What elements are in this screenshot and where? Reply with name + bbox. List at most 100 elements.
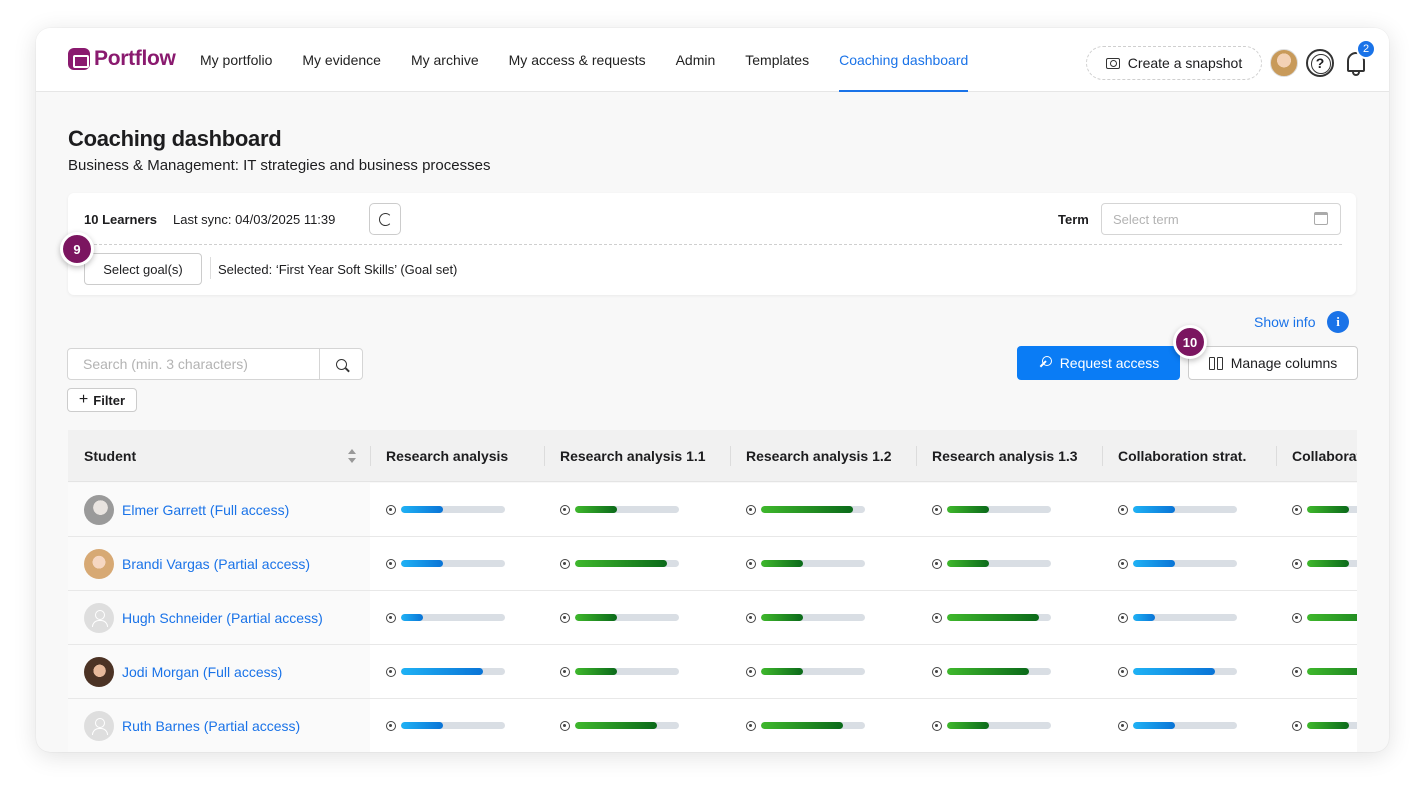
progress-bar: [401, 668, 505, 675]
student-link[interactable]: Ruth Barnes (Partial access): [122, 718, 300, 734]
progress-cell[interactable]: [916, 483, 1102, 536]
progress-cell[interactable]: [730, 699, 916, 752]
nav-item-templates[interactable]: Templates: [745, 28, 809, 92]
target-icon: [746, 612, 756, 623]
filter-label: Filter: [93, 392, 126, 408]
progress-cell[interactable]: [1102, 483, 1276, 536]
term-select[interactable]: [1101, 203, 1341, 235]
sort-icon[interactable]: [348, 449, 356, 463]
target-icon: [1292, 720, 1302, 731]
progress-bar: [1133, 722, 1237, 729]
progress-bar: [761, 668, 865, 675]
manage-columns-button[interactable]: Manage columns: [1188, 346, 1358, 380]
column-header-label: Research analysis: [386, 448, 509, 464]
info-icon[interactable]: i: [1327, 311, 1349, 333]
divider: [210, 257, 211, 279]
nav-item-my-archive[interactable]: My archive: [411, 28, 479, 92]
column-header[interactable]: Student: [68, 430, 370, 482]
progress-cell[interactable]: [370, 699, 544, 752]
progress-cell[interactable]: [730, 645, 916, 698]
target-icon: [746, 558, 756, 569]
sync-button[interactable]: [369, 203, 401, 235]
progress-cell[interactable]: [1102, 699, 1276, 752]
progress-cell[interactable]: [1276, 483, 1357, 536]
progress-cell[interactable]: [370, 537, 544, 590]
column-header[interactable]: Collaboration strat.: [1102, 430, 1276, 482]
progress-bar-fill: [947, 560, 989, 567]
progress-cell[interactable]: [544, 591, 730, 644]
progress-bar: [401, 506, 505, 513]
nav-item-coaching-dashboard[interactable]: Coaching dashboard: [839, 28, 969, 92]
filter-button[interactable]: + Filter: [67, 388, 137, 412]
progress-cell[interactable]: [1276, 537, 1357, 590]
target-icon: [932, 504, 942, 515]
calendar-icon[interactable]: [1314, 212, 1328, 225]
progress-bar: [761, 614, 865, 621]
progress-cell[interactable]: [544, 537, 730, 590]
nav-item-my-access-requests[interactable]: My access & requests: [509, 28, 646, 92]
column-header[interactable]: Research analysis 1.1: [544, 430, 730, 482]
progress-cell[interactable]: [916, 591, 1102, 644]
progress-cell[interactable]: [544, 483, 730, 536]
progress-cell[interactable]: [1102, 537, 1276, 590]
progress-cell[interactable]: [730, 591, 916, 644]
student-link[interactable]: Hugh Schneider (Partial access): [122, 610, 323, 626]
progress-cell[interactable]: [916, 537, 1102, 590]
progress-cell[interactable]: [370, 591, 544, 644]
progress-cell[interactable]: [1276, 591, 1357, 644]
column-header[interactable]: Research analysis 1.3: [916, 430, 1102, 482]
nav-item-admin[interactable]: Admin: [676, 28, 716, 92]
show-info-link[interactable]: Show info: [1254, 314, 1315, 330]
progress-bar-fill: [401, 722, 443, 729]
progress-bar: [761, 506, 865, 513]
progress-cell[interactable]: [916, 645, 1102, 698]
search-input[interactable]: [68, 349, 319, 379]
progress-cell[interactable]: [544, 645, 730, 698]
progress-bar: [1133, 668, 1237, 675]
progress-cell[interactable]: [1276, 645, 1357, 698]
search-button[interactable]: [319, 349, 362, 379]
table-header: Student Research analysis Research analysi…: [68, 430, 1357, 482]
plus-icon: +: [78, 391, 89, 408]
user-avatar[interactable]: [1270, 49, 1298, 77]
progress-bar-fill: [1133, 668, 1216, 675]
progress-cell[interactable]: [1102, 591, 1276, 644]
progress-bar-fill: [1307, 668, 1357, 675]
column-header[interactable]: Research analysis 1.2: [730, 430, 916, 482]
student-link[interactable]: Jodi Morgan (Full access): [122, 664, 282, 680]
progress-cell[interactable]: [370, 483, 544, 536]
nav-item-my-evidence[interactable]: My evidence: [302, 28, 381, 92]
target-icon: [932, 666, 942, 677]
help-icon[interactable]: ?: [1306, 49, 1334, 77]
request-access-button[interactable]: Request access: [1017, 346, 1180, 380]
progress-cell[interactable]: [370, 645, 544, 698]
progress-bar: [1307, 668, 1357, 675]
progress-bar: [1307, 614, 1357, 621]
selected-goal-text: Selected: ‘First Year Soft Skills’ (Goal…: [218, 262, 458, 277]
target-icon: [386, 504, 396, 515]
student-link[interactable]: Brandi Vargas (Partial access): [122, 556, 310, 572]
request-access-label: Request access: [1059, 355, 1160, 371]
portflow-logo[interactable]: Portflow: [68, 47, 176, 71]
column-header[interactable]: Collaboration strat. 1.1: [1276, 430, 1357, 482]
nav-item-my-portfolio[interactable]: My portfolio: [200, 28, 272, 92]
progress-cell[interactable]: [1102, 645, 1276, 698]
progress-cell[interactable]: [544, 699, 730, 752]
progress-cell[interactable]: [730, 483, 916, 536]
progress-bar-fill: [1307, 614, 1357, 621]
progress-cell[interactable]: [1276, 699, 1357, 752]
progress-cell[interactable]: [730, 537, 916, 590]
student-avatar: [84, 494, 114, 525]
column-header[interactable]: Research analysis: [370, 430, 544, 482]
column-header-label: Student: [84, 448, 137, 464]
progress-bar-fill: [575, 560, 667, 567]
student-link[interactable]: Elmer Garrett (Full access): [122, 502, 289, 518]
student-avatar: [84, 656, 114, 687]
progress-bar: [1307, 560, 1357, 567]
progress-cell[interactable]: [916, 699, 1102, 752]
search-box: [67, 348, 363, 380]
progress-bar: [1133, 614, 1237, 621]
target-icon: [1118, 612, 1128, 623]
create-snapshot-button[interactable]: Create a snapshot: [1086, 46, 1262, 80]
select-goals-button[interactable]: Select goal(s): [84, 253, 202, 285]
